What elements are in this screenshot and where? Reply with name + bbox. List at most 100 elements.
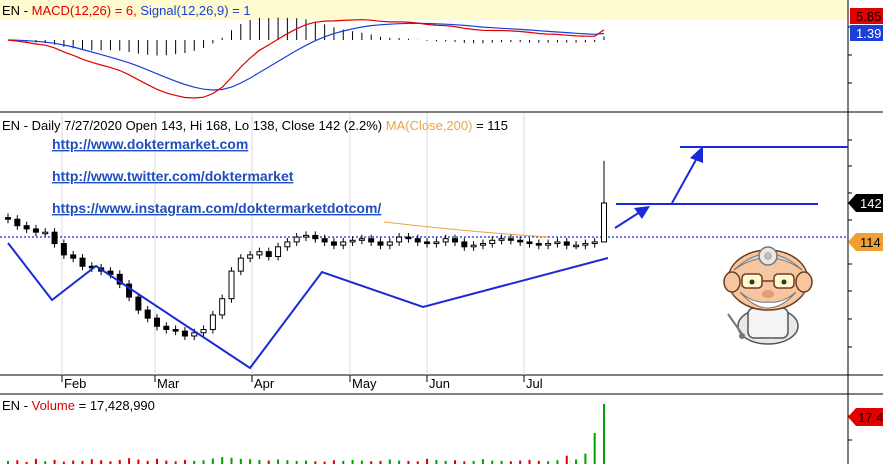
macd-label: MACD(12,26) = 6, (32, 3, 137, 18)
volume-bar (267, 460, 270, 464)
candle-body (489, 239, 496, 245)
month-label: May (352, 376, 377, 391)
volume-bar (183, 459, 186, 464)
price-header-main: EN - Daily 7/27/2020 Open 143, Hi 168, L… (2, 118, 382, 133)
candle-body (507, 238, 514, 241)
volume-bar (398, 460, 401, 464)
macd-header: EN - MACD(12,26) = 6, Signal(12,26,9) = … (2, 3, 251, 18)
ma-header-label: MA(Close,200) (386, 118, 473, 133)
month-label: Jun (429, 376, 450, 391)
volume-bar (100, 460, 103, 464)
candle-body (135, 296, 142, 311)
close-badge-text: 142 (860, 196, 882, 211)
candle-body (377, 241, 384, 246)
volume-badge-text: 17.4 (858, 410, 883, 425)
volume-bar (221, 457, 224, 464)
volume-bar (603, 404, 605, 464)
month-label: Mar (157, 376, 180, 391)
candle-body (461, 241, 468, 248)
candle-body (517, 239, 524, 243)
candle-body (23, 225, 30, 230)
volume-bar (137, 459, 140, 464)
volume-bar (575, 459, 578, 464)
candle-body (479, 243, 486, 246)
candle-body (42, 231, 49, 235)
candle-body (312, 234, 319, 240)
candle-body (498, 238, 505, 241)
volume-bar (72, 460, 75, 464)
volume-bar (305, 460, 307, 464)
macd-badge: 5.85 (850, 8, 883, 24)
volume-bar (435, 459, 438, 464)
candle-body (14, 218, 21, 227)
volume-bar (202, 460, 205, 464)
candle-body (200, 329, 207, 334)
month-label: Feb (64, 376, 86, 391)
signal-badge: 1.39 (850, 25, 883, 41)
arrow-to-target-2 (671, 146, 703, 204)
trendline-pattern (7, 242, 609, 370)
volume-bar (481, 459, 484, 464)
volume-bar (165, 460, 168, 464)
link-twitter[interactable]: http://www.twitter.com/doktermarket (52, 168, 294, 184)
volume-bars (7, 404, 605, 464)
volume-bar (156, 458, 158, 464)
candle-body (368, 238, 375, 243)
macd-prefix: EN - (2, 3, 32, 18)
link-website[interactable]: http://www.doktermarket.com (52, 136, 248, 152)
doctor-mascot-illustration (723, 246, 813, 345)
candle-body (340, 241, 347, 246)
candle-body (209, 314, 216, 331)
candle-body (32, 228, 39, 233)
candle-body (144, 309, 151, 319)
month-label: Jul (526, 376, 543, 391)
volume-bar (593, 432, 596, 464)
candle-body (172, 329, 179, 332)
volume-bar (239, 458, 242, 464)
candle-body (275, 246, 282, 258)
volume-bar (53, 459, 56, 464)
candle-body (470, 244, 477, 248)
volume-bar (277, 459, 280, 464)
volume-bar (556, 460, 559, 464)
candle-body (452, 238, 458, 243)
x-axis-months: Feb Mar Apr May Jun Jul (61, 375, 543, 391)
volume-bar (388, 459, 391, 464)
candle-body (228, 270, 235, 300)
volume-prefix: EN - (2, 398, 32, 413)
candle-body (358, 238, 365, 241)
macd-histogram (16, 17, 605, 56)
candlesticks (5, 160, 607, 341)
volume-bar (118, 459, 121, 464)
signal-label: Signal(12,26,9) = 1 (140, 3, 250, 18)
candle-body (582, 243, 589, 246)
volume-bar (519, 460, 522, 464)
candle-body (284, 241, 291, 248)
candle-body (563, 241, 570, 246)
candle-body (154, 317, 160, 327)
candle-body (330, 241, 337, 246)
candle-body (433, 241, 440, 245)
ma-header-value: = 115 (476, 118, 508, 133)
volume-label: Volume (32, 398, 75, 413)
candle-body (293, 236, 300, 243)
candle-body (349, 239, 356, 243)
volume-bar (16, 460, 19, 464)
candle-body (79, 257, 86, 267)
signal-badge-text: 1.39 (856, 26, 881, 41)
volume-bar (565, 455, 568, 464)
candle-body (526, 241, 533, 245)
candle-body (265, 251, 272, 258)
candle-body (554, 241, 561, 245)
volume-bar (528, 459, 531, 464)
volume-bar (426, 458, 429, 464)
volume-bar (128, 458, 131, 464)
candle-body (442, 238, 449, 243)
volume-bar (230, 457, 233, 464)
candle-body (256, 251, 263, 256)
candle-body (396, 236, 403, 243)
stock-chart: EN - MACD(12,26) = 6, Signal(12,26,9) = … (0, 0, 883, 464)
link-instagram[interactable]: https://www.instagram.com/doktermarketdo… (52, 200, 381, 216)
candle-body (545, 243, 552, 246)
volume-bar (211, 458, 214, 464)
